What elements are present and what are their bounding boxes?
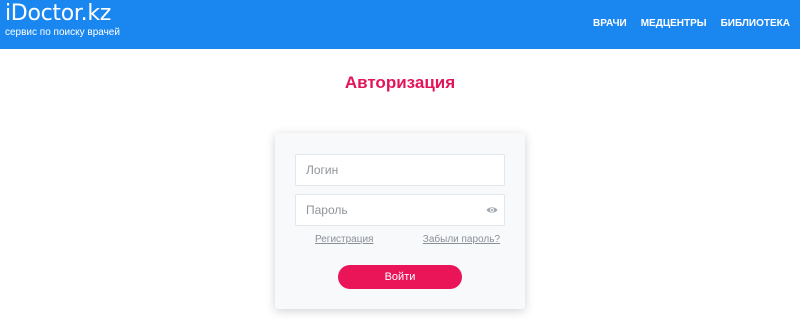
login-button[interactable]: Войти <box>338 265 462 289</box>
logo-text: iDoctor.kz <box>5 1 112 26</box>
site-logo[interactable]: iDoctor.kz сервис по поиску врачей <box>5 2 120 39</box>
login-input[interactable] <box>296 155 504 185</box>
top-header: iDoctor.kz сервис по поиску врачей ВРАЧИ… <box>0 0 800 49</box>
nav-library[interactable]: БИБЛИОТЕКА <box>721 18 790 30</box>
main-nav: ВРАЧИ МЕДЦЕНТРЫ БИБЛИОТЕКА <box>593 18 790 30</box>
password-input[interactable] <box>296 195 504 225</box>
auth-links: Регистрация Забыли пароль? <box>315 234 500 246</box>
password-field-wrapper <box>295 194 505 226</box>
logo-tagline: сервис по поиску врачей <box>5 27 120 38</box>
login-field-wrapper <box>295 154 505 186</box>
page-title: Авторизация <box>344 73 456 92</box>
nav-medcenters[interactable]: МЕДЦЕНТРЫ <box>641 18 707 30</box>
nav-doctors[interactable]: ВРАЧИ <box>593 18 627 30</box>
register-link[interactable]: Регистрация <box>315 234 373 246</box>
login-card: Регистрация Забыли пароль? Войти <box>275 133 525 309</box>
eye-icon[interactable] <box>486 205 498 215</box>
forgot-password-link[interactable]: Забыли пароль? <box>423 234 500 246</box>
